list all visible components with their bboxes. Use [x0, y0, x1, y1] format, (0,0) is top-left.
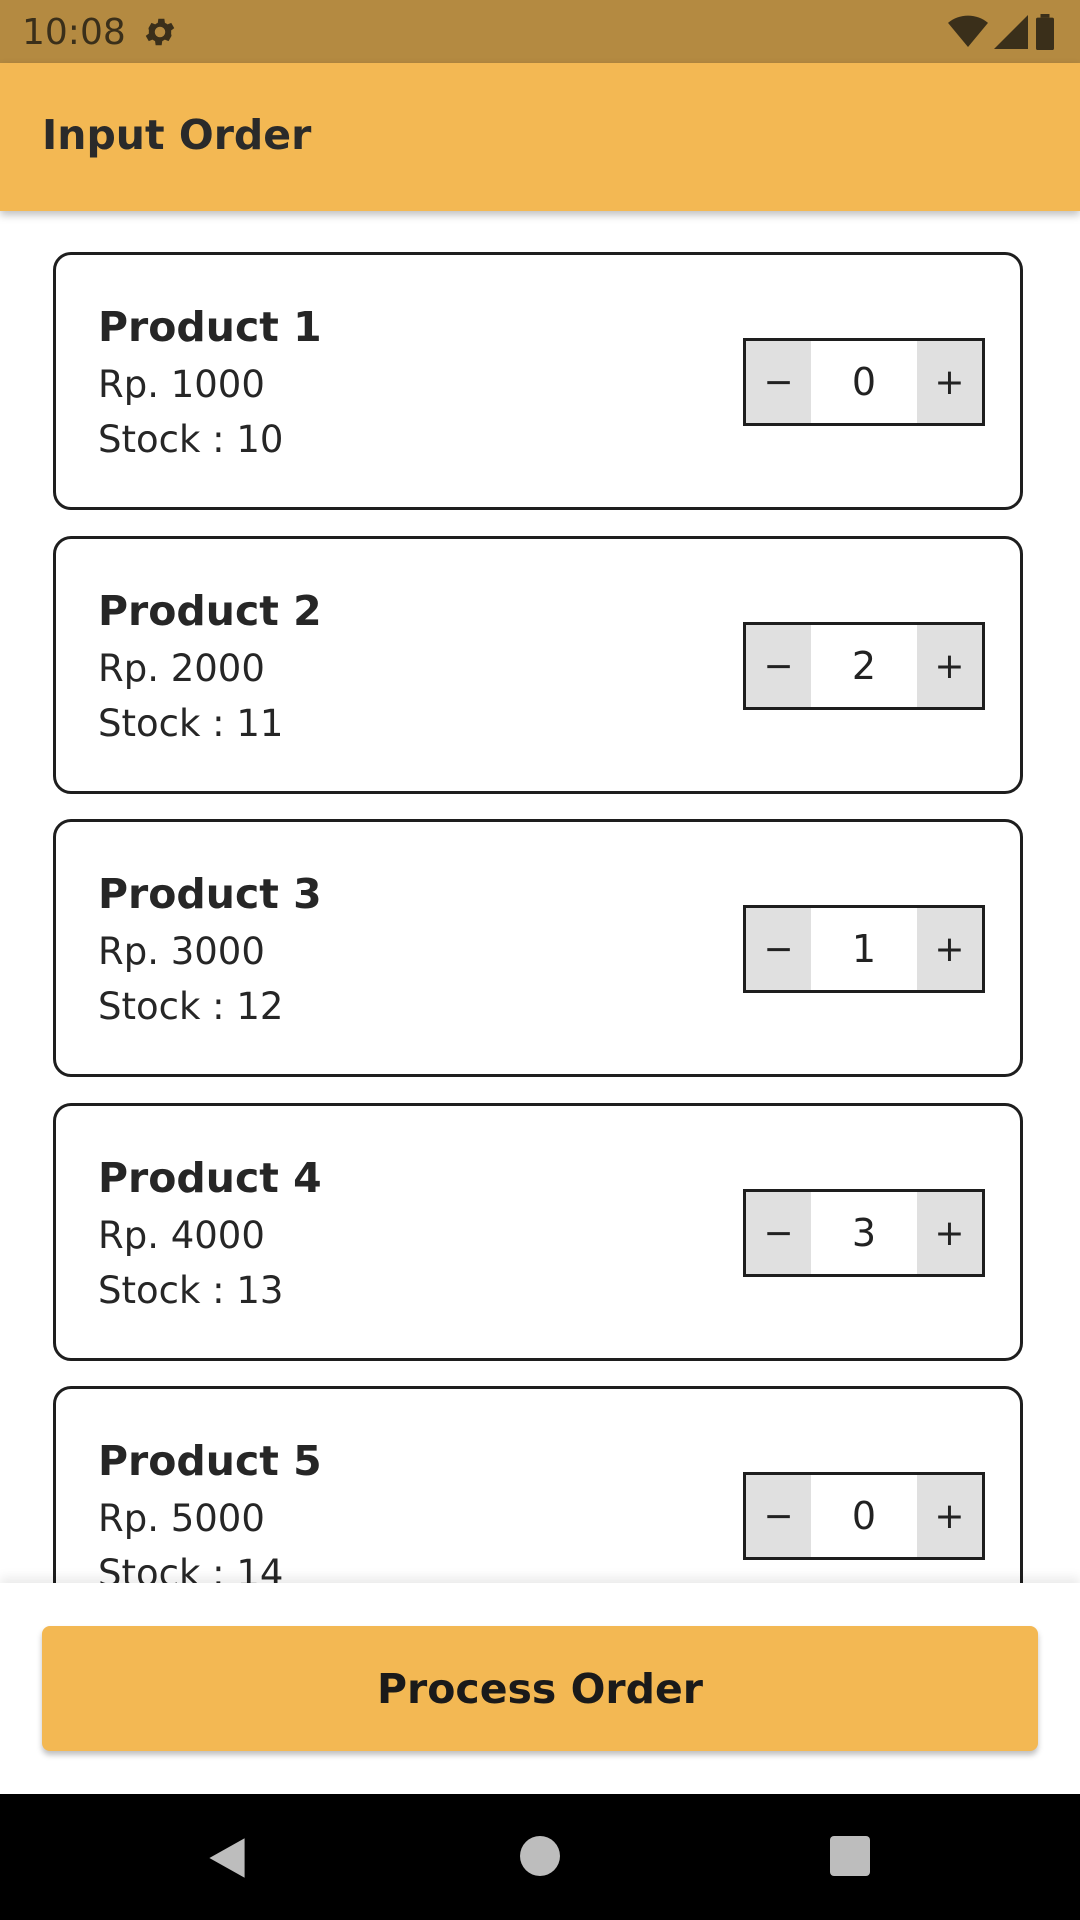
signal-icon [994, 15, 1028, 49]
product-stock: Stock : 13 [98, 1269, 284, 1312]
product-card: Product 4 Rp. 4000 Stock : 13 − 3 + [53, 1103, 1023, 1361]
decrement-button[interactable]: − [746, 625, 811, 707]
product-stock: Stock : 11 [98, 702, 284, 745]
status-time: 10:08 [22, 12, 126, 53]
product-card: Product 3 Rp. 3000 Stock : 12 − 1 + [53, 819, 1023, 1077]
product-name: Product 3 [98, 870, 322, 918]
product-card: Product 2 Rp. 2000 Stock : 11 − 2 + [53, 536, 1023, 794]
decrement-button[interactable]: − [746, 341, 811, 423]
recents-icon[interactable] [830, 1836, 870, 1876]
quantity-stepper: − 0 + [743, 338, 985, 426]
quantity-value: 3 [811, 1192, 917, 1274]
bottom-action-panel: Process Order [0, 1583, 1080, 1794]
product-name: Product 1 [98, 303, 322, 351]
decrement-button[interactable]: − [746, 1475, 811, 1557]
product-card: Product 5 Rp. 5000 Stock : 14 − 0 + [53, 1386, 1023, 1583]
status-bar: 10:08 [0, 0, 1080, 63]
product-stock: Stock : 12 [98, 985, 284, 1028]
quantity-value: 1 [811, 908, 917, 990]
product-name: Product 5 [98, 1437, 322, 1485]
system-nav-bar [0, 1794, 1080, 1920]
status-icons [948, 12, 1056, 52]
page-title: Input Order [42, 111, 312, 159]
product-price: Rp. 1000 [98, 363, 265, 406]
process-order-button[interactable]: Process Order [42, 1626, 1038, 1751]
increment-button[interactable]: + [917, 1475, 982, 1557]
quantity-stepper: − 2 + [743, 622, 985, 710]
settings-gear-icon [145, 18, 175, 46]
quantity-value: 0 [811, 1475, 917, 1557]
increment-button[interactable]: + [917, 625, 982, 707]
home-icon[interactable] [520, 1836, 560, 1876]
battery-icon [1036, 14, 1054, 50]
decrement-button[interactable]: − [746, 908, 811, 990]
product-price: Rp. 4000 [98, 1214, 265, 1257]
quantity-value: 0 [811, 341, 917, 423]
wifi-icon [948, 15, 988, 47]
product-card: Product 1 Rp. 1000 Stock : 10 − 0 + [53, 252, 1023, 510]
product-name: Product 4 [98, 1154, 322, 1202]
product-stock: Stock : 14 [98, 1552, 284, 1583]
quantity-stepper: − 1 + [743, 905, 985, 993]
back-icon[interactable] [205, 1836, 249, 1880]
increment-button[interactable]: + [917, 341, 982, 423]
quantity-stepper: − 0 + [743, 1472, 985, 1560]
product-price: Rp. 5000 [98, 1497, 265, 1540]
app-bar: Input Order [0, 63, 1080, 211]
product-name: Product 2 [98, 587, 322, 635]
product-list[interactable]: Product 1 Rp. 1000 Stock : 10 − 0 + Prod… [0, 211, 1080, 1583]
increment-button[interactable]: + [917, 1192, 982, 1274]
product-price: Rp. 3000 [98, 930, 265, 973]
product-price: Rp. 2000 [98, 647, 265, 690]
quantity-value: 2 [811, 625, 917, 707]
decrement-button[interactable]: − [746, 1192, 811, 1274]
quantity-stepper: − 3 + [743, 1189, 985, 1277]
increment-button[interactable]: + [917, 908, 982, 990]
product-stock: Stock : 10 [98, 418, 284, 461]
